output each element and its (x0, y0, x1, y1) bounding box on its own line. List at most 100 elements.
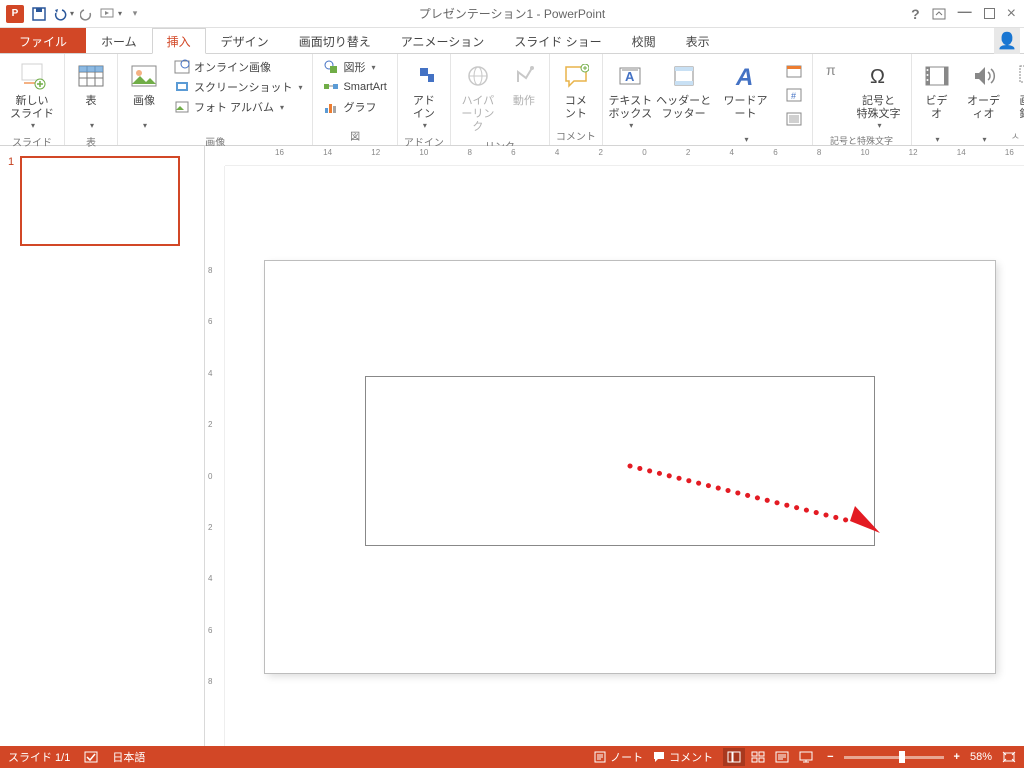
chart-button[interactable]: グラフ (319, 98, 390, 116)
date-time-icon (786, 63, 802, 79)
tab-design[interactable]: デザイン (206, 28, 284, 53)
comments-button[interactable]: コメント (653, 749, 713, 765)
undo-icon[interactable]: ▾ (52, 3, 74, 25)
maximize-icon[interactable] (984, 8, 995, 19)
audio-icon (968, 60, 1000, 92)
language-status[interactable]: 日本語 (112, 749, 145, 765)
collapse-ribbon-icon[interactable]: ㅅ (1011, 128, 1020, 143)
app-icon: P (4, 3, 26, 25)
table-button[interactable]: 表▾ (71, 58, 111, 133)
zoom-out-icon[interactable]: − (827, 751, 833, 763)
slide-thumbnail-panel: 1 (0, 146, 205, 746)
object-button[interactable] (782, 110, 806, 128)
addins-button[interactable]: アド イン▾ (404, 58, 444, 133)
ribbon-tabs: ファイル ホーム 挿入 デザイン 画面切り替え アニメーション スライド ショー… (0, 28, 1024, 54)
group-addins: アド イン▾ アドイン (398, 54, 451, 145)
svg-text:Ω: Ω (870, 66, 885, 88)
group-symbols: π Ω 記号と 特殊文字▾ 記号と特殊文字 (813, 54, 912, 145)
video-button[interactable]: ビデオ▾ (918, 58, 956, 146)
new-slide-button[interactable]: 新しい スライド▾ (6, 58, 58, 133)
tab-review[interactable]: 校閲 (617, 28, 671, 53)
dotted-arrow-shape[interactable] (625, 461, 885, 541)
slide-canvas[interactable] (265, 261, 995, 673)
slide-sorter-view-icon[interactable] (747, 748, 769, 766)
screen-recording-icon (1015, 60, 1024, 92)
hyperlink-icon (462, 60, 494, 92)
slide-thumbnail-image (20, 156, 180, 246)
reading-view-icon[interactable] (771, 748, 793, 766)
spellcheck-icon[interactable] (84, 750, 98, 764)
symbol-button[interactable]: Ω 記号と 特殊文字▾ (853, 58, 905, 133)
start-from-beginning-icon[interactable]: ▾ (100, 3, 122, 25)
help-icon[interactable]: ? (911, 6, 920, 22)
audio-button[interactable]: オーディオ▾ (962, 58, 1006, 146)
textbox-button[interactable]: A テキスト ボックス▾ (609, 58, 652, 133)
edit-area: 864202468 1614121086420246810121416 (205, 146, 1024, 746)
slide-number-button[interactable]: # (782, 86, 806, 104)
status-bar: スライド 1/1 日本語 ノート コメント − + 58% (0, 746, 1024, 768)
slide-count[interactable]: スライド 1/1 (8, 749, 70, 765)
qat-customize-icon[interactable]: ▾ (124, 3, 146, 25)
slide-canvas-area[interactable] (225, 166, 1024, 746)
ribbon-display-icon[interactable] (932, 8, 946, 20)
group-slides: 新しい スライド▾ スライド (0, 54, 65, 145)
tab-animations[interactable]: アニメーション (386, 28, 500, 53)
tab-home[interactable]: ホーム (86, 28, 152, 53)
svg-text:π: π (826, 62, 836, 78)
group-text: A テキスト ボックス▾ ヘッダーと フッター A ワードアート▾ # テキスト (603, 54, 813, 145)
notes-button[interactable]: ノート (594, 749, 643, 765)
save-icon[interactable] (28, 3, 50, 25)
ribbon: 新しい スライド▾ スライド 表▾ 表 画像▾ オンライン画像 スクリーンショッ… (0, 54, 1024, 146)
screen-recording-button[interactable]: 画面 録画 (1012, 58, 1024, 123)
slide-number-icon: # (786, 87, 802, 103)
user-account-icon[interactable]: 👤 (994, 28, 1020, 54)
normal-view-icon[interactable] (723, 748, 745, 766)
zoom-in-icon[interactable]: + (954, 751, 960, 763)
svg-text:#: # (791, 91, 796, 101)
tab-transitions[interactable]: 画面切り替え (284, 28, 386, 53)
wordart-icon: A (730, 60, 762, 92)
screenshot-button[interactable]: スクリーンショット▾ (170, 78, 306, 96)
header-footer-button[interactable]: ヘッダーと フッター (658, 58, 710, 123)
symbol-icon: Ω (863, 60, 895, 92)
workspace: 1 864202468 1614121086420246810121416 (0, 146, 1024, 746)
shapes-button[interactable]: 図形▾ (319, 58, 390, 76)
shapes-icon (323, 59, 339, 75)
window-controls: ? — × (911, 5, 1024, 23)
addins-icon (408, 60, 440, 92)
date-time-button[interactable] (782, 62, 806, 80)
fit-to-window-icon[interactable] (1002, 751, 1016, 763)
tab-view[interactable]: 表示 (671, 28, 725, 53)
slideshow-view-icon[interactable] (795, 748, 817, 766)
zoom-level[interactable]: 58% (970, 751, 992, 763)
title-bar: P ▾ ▾ ▾ プレゼンテーション1 - PowerPoint ? — × (0, 0, 1024, 28)
pictures-icon (128, 60, 160, 92)
group-images: 画像▾ オンライン画像 スクリーンショット▾ フォト アルバム▾ 画像 (118, 54, 313, 145)
tab-slideshow[interactable]: スライド ショー (499, 28, 616, 53)
tab-insert[interactable]: 挿入 (152, 28, 206, 54)
hyperlink-button[interactable]: ハイパーリンク (457, 58, 499, 137)
wordart-button[interactable]: A ワードアート▾ (715, 58, 775, 146)
minimize-icon[interactable]: — (958, 3, 972, 19)
horizontal-ruler: 1614121086420246810121416 (225, 146, 1024, 166)
close-icon[interactable]: × (1007, 5, 1016, 23)
video-icon (921, 60, 953, 92)
group-media: ビデオ▾ オーディオ▾ 画面 録画 メディア (912, 54, 1024, 145)
photo-album-button[interactable]: フォト アルバム▾ (170, 98, 306, 116)
group-illustrations: 図形▾ SmartArt グラフ 図 (313, 54, 397, 145)
pictures-button[interactable]: 画像▾ (124, 58, 164, 133)
action-button[interactable]: 動作 (505, 58, 543, 110)
tab-file[interactable]: ファイル (0, 28, 86, 53)
svg-text:A: A (625, 69, 635, 84)
comment-button[interactable]: コメント (556, 58, 596, 123)
object-icon (786, 111, 802, 127)
zoom-slider[interactable] (844, 756, 944, 759)
chart-icon (323, 99, 339, 115)
equation-icon: π (823, 60, 843, 80)
photo-album-icon (174, 99, 190, 115)
slide-thumbnail-1[interactable]: 1 (8, 156, 196, 246)
redo-icon[interactable] (76, 3, 98, 25)
smartart-button[interactable]: SmartArt (319, 78, 390, 96)
equation-button[interactable]: π (819, 58, 847, 85)
online-pictures-button[interactable]: オンライン画像 (170, 58, 306, 76)
